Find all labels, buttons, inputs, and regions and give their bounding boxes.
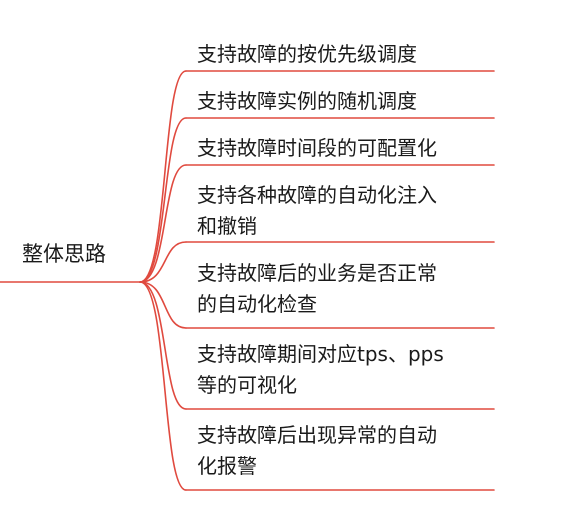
branch-7-line-1: 支持故障后出现异常的自动: [197, 423, 437, 447]
branch-5-line-2: 的自动化检查: [197, 292, 317, 316]
branch-connector-2: [139, 117, 187, 283]
branch-connector-1: [139, 70, 187, 283]
branch-4-label: 支持各种故障的自动化注入 和撤销: [197, 180, 497, 242]
branch-7-line-2: 化报警: [197, 454, 257, 478]
branch-4-line-1: 支持各种故障的自动化注入: [197, 183, 437, 207]
branch-5-line-1: 支持故障后的业务是否正常: [197, 261, 437, 285]
branch-3-line-1: 支持故障时间段的可配置化: [197, 136, 437, 160]
branch-2-label: 支持故障实例的随机调度: [197, 86, 497, 117]
branch-1-label: 支持故障的按优先级调度: [197, 39, 497, 70]
branch-7-label: 支持故障后出现异常的自动 化报警: [197, 420, 497, 482]
branch-6-label: 支持故障期间对应tps、pps 等的可视化: [197, 339, 497, 401]
branch-3-label: 支持故障时间段的可配置化: [197, 133, 497, 164]
branch-1-line-1: 支持故障的按优先级调度: [197, 42, 417, 66]
branch-6-line-1: 支持故障期间对应tps、pps: [197, 342, 444, 366]
branch-6-line-2: 等的可视化: [197, 373, 297, 397]
root-node-label: 整体思路: [22, 242, 106, 266]
branch-connector-7: [139, 281, 187, 491]
branch-5-label: 支持故障后的业务是否正常 的自动化检查: [197, 258, 497, 320]
branch-2-line-1: 支持故障实例的随机调度: [197, 89, 417, 113]
mindmap-canvas: 整体思路 支持故障的按优先级调度 支持故障实例的随机调度 支持故障时间段的可配置…: [0, 0, 572, 518]
branch-connector-5: [139, 281, 187, 329]
branch-4-line-2: 和撤销: [197, 214, 257, 238]
